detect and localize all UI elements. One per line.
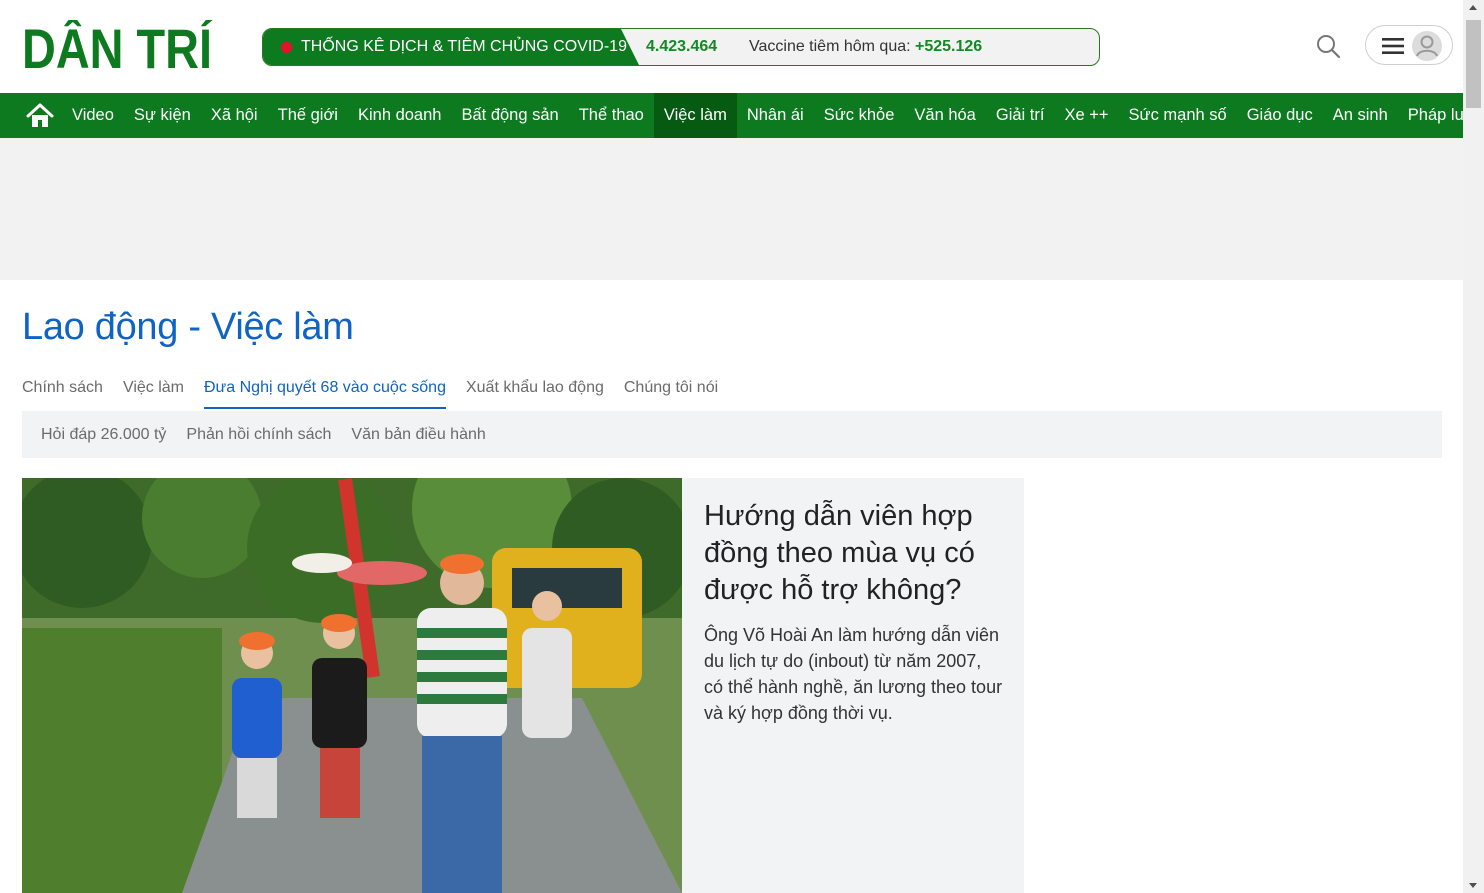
scroll-up-arrow-icon[interactable] — [1469, 5, 1477, 10]
main-nav: Video Sự kiện Xã hội Thế giới Kinh doanh Bất … — [0, 93, 1463, 138]
svg-text:DÂN TRÍ: DÂN TRÍ — [22, 20, 213, 72]
nav-item[interactable]: Pháp luật — [1398, 93, 1463, 138]
scroll-down-arrow-icon[interactable] — [1469, 883, 1477, 888]
subsection-link[interactable]: Hỏi đáp 26.000 tỷ — [41, 411, 166, 458]
ad-banner-area — [0, 138, 1463, 280]
covid-stats-label-block: THỐNG KÊ DỊCH & TIÊM CHỦNG COVID-19 — [263, 29, 639, 65]
user-avatar-icon — [1412, 31, 1442, 61]
covid-case-count: 4.423.464 — [646, 38, 718, 55]
section-tab[interactable]: Chính sách — [22, 376, 103, 409]
nav-item[interactable]: An sinh — [1323, 93, 1398, 138]
home-icon[interactable] — [26, 103, 54, 129]
featured-article-description: Ông Võ Hoài An làm hướng dẫn viên du lịc… — [704, 625, 1003, 723]
nav-item[interactable]: Giải trí — [986, 93, 1055, 138]
section-tab[interactable]: Xuất khẩu lao động — [466, 376, 604, 409]
page-scrollbar[interactable] — [1463, 0, 1484, 893]
featured-article-image[interactable] — [22, 478, 682, 893]
nav-item[interactable]: Sức mạnh số — [1119, 93, 1237, 138]
featured-article-title[interactable]: Hướng dẫn viên hợp đồng theo mùa vụ có đ… — [704, 498, 1004, 609]
nav-item[interactable]: Sự kiện — [124, 93, 201, 138]
featured-article-card: Hướng dẫn viên hợp đồng theo mùa vụ có đ… — [682, 478, 1024, 893]
section-subnav: Hỏi đáp 26.000 tỷ Phản hồi chính sách Văn … — [22, 411, 1442, 458]
subsection-link[interactable]: Văn bản điều hành — [351, 411, 485, 458]
section-tab[interactable]: Việc làm — [123, 376, 184, 409]
nav-item[interactable]: Nhân ái — [737, 93, 814, 138]
vaccine-stat: Vaccine tiêm hôm qua: +525.126 — [749, 29, 982, 65]
nav-item[interactable]: Thể thao — [569, 93, 654, 138]
account-menu-button[interactable] — [1365, 25, 1453, 65]
section-tab[interactable]: Đưa Nghị quyết 68 vào cuộc sống — [204, 376, 446, 409]
dantri-logo[interactable]: DÂN TRÍ — [22, 20, 214, 72]
subsection-link[interactable]: Phản hồi chính sách — [186, 411, 331, 458]
hamburger-icon — [1382, 38, 1404, 54]
nav-item[interactable]: Thế giới — [268, 93, 348, 138]
section-tab[interactable]: Chúng tôi nói — [624, 376, 718, 409]
nav-item[interactable]: Việc làm — [653, 93, 737, 138]
tourists-walking-photo — [22, 478, 682, 893]
nav-item[interactable]: Văn hóa — [904, 93, 985, 138]
nav-list: Video Sự kiện Xã hội Thế giới Kinh doanh Bất … — [62, 93, 1463, 138]
nav-item[interactable]: Giáo dục — [1237, 93, 1323, 138]
nav-item[interactable]: Sức khỏe — [814, 93, 905, 138]
search-icon[interactable] — [1314, 32, 1342, 60]
nav-item[interactable]: Kinh doanh — [348, 93, 452, 138]
nav-item[interactable]: Video — [62, 93, 124, 138]
covid-stats-bar[interactable]: THỐNG KÊ DỊCH & TIÊM CHỦNG COVID-19 4.42… — [262, 28, 1100, 66]
site-header: DÂN TRÍ THỐNG KÊ DỊCH & TIÊM CHỦNG COVID… — [0, 0, 1463, 93]
covid-stats-label: THỐNG KÊ DỊCH & TIÊM CHỦNG COVID-19 — [301, 38, 627, 55]
section-tabs: Chính sách Việc làm Đưa Nghị quyết 68 vào … — [22, 376, 738, 409]
nav-item[interactable]: Xã hội — [201, 93, 268, 138]
nav-item[interactable]: Bất động sản — [451, 93, 568, 138]
section-title: Lao động - Việc làm — [22, 306, 354, 348]
nav-item[interactable]: Xe ++ — [1054, 93, 1118, 138]
live-dot-icon — [281, 42, 292, 53]
vaccine-value: +525.126 — [915, 38, 983, 55]
scrollbar-thumb[interactable] — [1466, 20, 1481, 108]
vaccine-label: Vaccine tiêm hôm qua: — [749, 38, 911, 55]
